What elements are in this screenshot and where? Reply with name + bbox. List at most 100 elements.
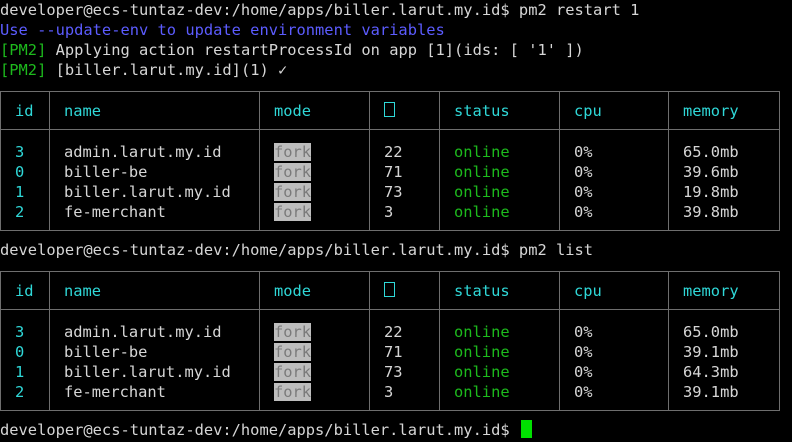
mode-badge: fork (274, 183, 312, 201)
mode-badge: fork (274, 203, 312, 221)
process-pid-cell: 73 (369, 362, 440, 382)
pm2-applying-line: [PM2] Applying action restartProcessId o… (0, 40, 584, 60)
table-row: 1 biller.larut.my.id fork 73 online 0% 19.8mb (0, 182, 780, 202)
update-env-hint: Use --update-env to update environment v… (0, 21, 445, 39)
process-cpu-cell: 0% (559, 182, 669, 202)
mode-badge: fork (274, 143, 312, 161)
table-header-row: id name mode status cpu memory (0, 271, 780, 310)
process-id-cell: 3 (0, 129, 50, 162)
process-memory-cell: 65.0mb (668, 129, 780, 162)
shell-prompt: developer@ecs-tuntaz-dev:/home/apps/bill… (0, 1, 510, 19)
process-name-cell: biller-be (49, 342, 260, 362)
process-memory-cell: 39.6mb (668, 162, 780, 182)
process-name-cell: biller.larut.my.id (49, 182, 260, 202)
process-name-cell: admin.larut.my.id (49, 129, 260, 162)
table-row: 2 fe-merchant fork 3 online 0% 39.8mb (0, 202, 780, 231)
process-name-cell: admin.larut.my.id (49, 309, 260, 342)
process-status-cell: online (439, 182, 560, 202)
column-header-cpu: cpu (559, 91, 669, 130)
process-id-cell: 3 (0, 309, 50, 342)
pm2-tag: [PM2] (0, 61, 47, 79)
process-table-list: id name mode status cpu memory 3 admin.la… (0, 271, 780, 411)
process-memory-cell: 64.3mb (668, 362, 780, 382)
process-id-cell: 0 (0, 342, 50, 362)
table-row: 2 fe-merchant fork 3 online 0% 39.1mb (0, 382, 780, 411)
process-pid-cell: 3 (369, 382, 440, 411)
table-row: 0 biller-be fork 71 online 0% 39.1mb (0, 342, 780, 362)
box-glyph-icon (384, 101, 395, 117)
column-header-pid (369, 271, 440, 310)
column-header-status: status (439, 91, 560, 130)
process-name-cell: fe-merchant (49, 382, 260, 411)
mode-badge: fork (274, 363, 312, 381)
process-id-cell: 2 (0, 202, 50, 231)
process-pid-cell: 71 (369, 342, 440, 362)
process-mode-cell: fork (259, 182, 370, 202)
column-header-status: status (439, 271, 560, 310)
process-mode-cell: fork (259, 342, 370, 362)
process-memory-cell: 65.0mb (668, 309, 780, 342)
box-glyph-icon (384, 281, 395, 297)
process-mode-cell: fork (259, 382, 370, 411)
process-status-cell: online (439, 382, 560, 411)
column-header-mode: mode (259, 271, 370, 310)
process-id-cell: 2 (0, 382, 50, 411)
column-header-id: id (0, 271, 50, 310)
command-line-current[interactable]: developer@ecs-tuntaz-dev:/home/apps/bill… (0, 420, 532, 440)
command-line-list: developer@ecs-tuntaz-dev:/home/apps/bill… (0, 240, 593, 260)
process-status-cell: online (439, 129, 560, 162)
process-memory-cell: 39.8mb (668, 202, 780, 231)
terminal-window[interactable]: developer@ecs-tuntaz-dev:/home/apps/bill… (0, 0, 792, 442)
process-name-cell: fe-merchant (49, 202, 260, 231)
text-cursor[interactable] (520, 420, 532, 438)
process-pid-cell: 3 (369, 202, 440, 231)
mode-badge: fork (274, 343, 312, 361)
command-text: pm2 list (518, 241, 594, 259)
mode-badge: fork (274, 383, 312, 401)
process-pid-cell: 22 (369, 129, 440, 162)
process-status-cell: online (439, 309, 560, 342)
process-pid-cell: 73 (369, 182, 440, 202)
process-cpu-cell: 0% (559, 342, 669, 362)
pm2-tag: [PM2] (0, 41, 47, 59)
column-header-name: name (49, 271, 260, 310)
process-table-restart: id name mode status cpu memory 3 admin.la… (0, 91, 780, 231)
process-cpu-cell: 0% (559, 129, 669, 162)
column-header-name: name (49, 91, 260, 130)
process-id-cell: 1 (0, 182, 50, 202)
process-cpu-cell: 0% (559, 362, 669, 382)
applying-message: Applying action restartProcessId on app … (55, 41, 584, 59)
mode-badge: fork (274, 163, 312, 181)
process-id-cell: 0 (0, 162, 50, 182)
table-row: 1 biller.larut.my.id fork 73 online 0% 64.3mb (0, 362, 780, 382)
process-id-cell: 1 (0, 362, 50, 382)
restarted-message: [biller.larut.my.id](1) ✓ (55, 61, 288, 79)
column-header-pid (369, 91, 440, 130)
command-line-restart: developer@ecs-tuntaz-dev:/home/apps/bill… (0, 0, 639, 20)
process-cpu-cell: 0% (559, 382, 669, 411)
process-pid-cell: 22 (369, 309, 440, 342)
process-name-cell: biller-be (49, 162, 260, 182)
process-memory-cell: 19.8mb (668, 182, 780, 202)
process-memory-cell: 39.1mb (668, 342, 780, 362)
mode-badge: fork (274, 323, 312, 341)
process-mode-cell: fork (259, 309, 370, 342)
process-cpu-cell: 0% (559, 162, 669, 182)
table-row: 0 biller-be fork 71 online 0% 39.6mb (0, 162, 780, 182)
process-status-cell: online (439, 162, 560, 182)
process-pid-cell: 71 (369, 162, 440, 182)
table-header-row: id name mode status cpu memory (0, 91, 780, 130)
process-mode-cell: fork (259, 129, 370, 162)
pm2-restarted-line: [PM2] [biller.larut.my.id](1) ✓ (0, 60, 287, 80)
column-header-mode: mode (259, 91, 370, 130)
process-mode-cell: fork (259, 202, 370, 231)
shell-prompt: developer@ecs-tuntaz-dev:/home/apps/bill… (0, 241, 510, 259)
process-name-cell: biller.larut.my.id (49, 362, 260, 382)
process-status-cell: online (439, 362, 560, 382)
process-cpu-cell: 0% (559, 202, 669, 231)
process-status-cell: online (439, 342, 560, 362)
process-mode-cell: fork (259, 162, 370, 182)
process-status-cell: online (439, 202, 560, 231)
table-row: 3 admin.larut.my.id fork 22 online 0% 65.0mb (0, 309, 780, 342)
command-text: pm2 restart 1 (518, 1, 640, 19)
